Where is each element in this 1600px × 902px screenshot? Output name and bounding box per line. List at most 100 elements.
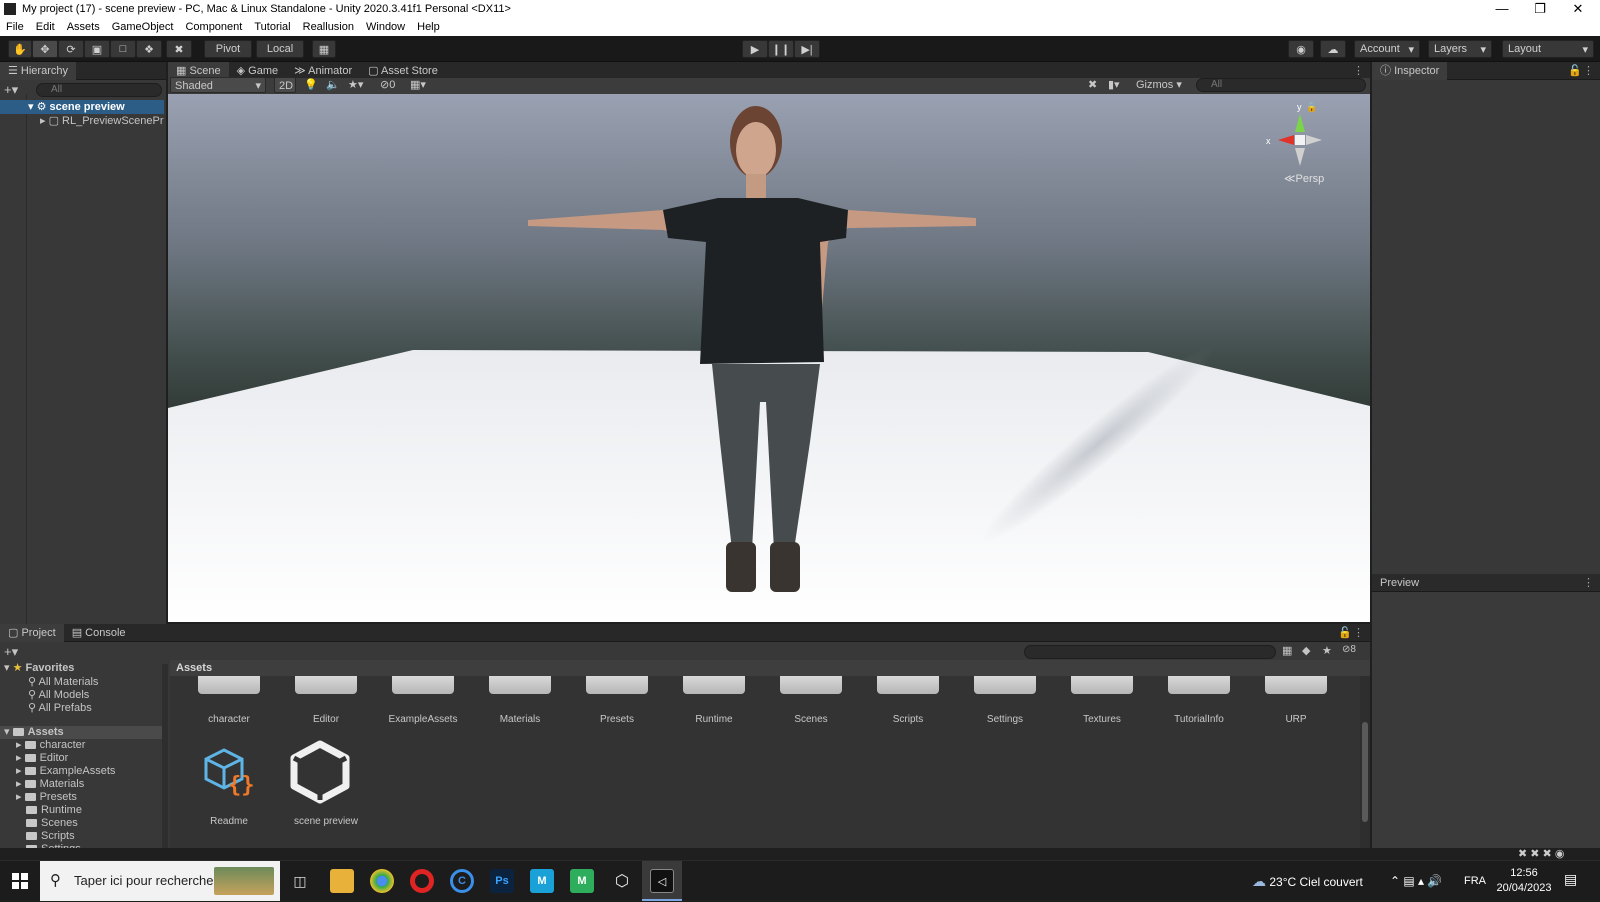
tray-icons[interactable]: ⌃ ▤ ▴ 🔊 <box>1390 861 1442 901</box>
favorites-section[interactable]: ▾ ★ Favorites <box>4 662 74 675</box>
tree-scrollbar[interactable] <box>162 664 168 850</box>
folder-icon[interactable] <box>1071 676 1133 694</box>
pause-button[interactable]: ❙❙ <box>768 40 794 58</box>
menu-reallusion[interactable]: Reallusion <box>297 21 360 33</box>
camera-icon[interactable]: ▮▾ <box>1108 77 1120 93</box>
gizmos-dropdown[interactable]: Gizmos ▾ <box>1136 77 1182 93</box>
tree-item-materials[interactable]: ▸ Materials <box>16 778 84 791</box>
clock[interactable]: 12:56 20/04/2023 <box>1494 866 1554 896</box>
unity-hub-icon[interactable]: ⬡ <box>610 869 634 893</box>
folder-icon[interactable] <box>877 676 939 694</box>
step-button[interactable]: ▶| <box>794 40 820 58</box>
filter-label-icon[interactable]: ◆ <box>1302 644 1310 657</box>
scene-search-input[interactable]: All <box>1196 78 1366 92</box>
notifications-icon[interactable]: ▤ <box>1564 871 1577 888</box>
ccleaner-icon[interactable]: C <box>450 869 474 893</box>
tab-inspector[interactable]: ⓘ Inspector <box>1372 61 1448 80</box>
favorite-all-models[interactable]: ⚲ All Models <box>28 689 89 702</box>
tab-project[interactable]: ▢ Project <box>0 623 64 642</box>
folder-icon[interactable] <box>392 676 454 694</box>
custom-tool-icon[interactable]: ✖ <box>166 40 192 58</box>
menu-tutorial[interactable]: Tutorial <box>248 21 296 33</box>
2d-toggle[interactable]: 2D <box>274 77 296 93</box>
tree-item-runtime[interactable]: Runtime <box>26 804 82 817</box>
local-toggle[interactable]: Local <box>256 40 304 58</box>
shading-mode-dropdown[interactable]: Shaded ▾ <box>170 77 266 93</box>
tab-asset-store[interactable]: ▢ Asset Store <box>360 62 446 80</box>
tree-item-editor[interactable]: ▸ Editor <box>16 752 68 765</box>
folder-icon[interactable] <box>489 676 551 694</box>
breadcrumb-assets[interactable]: Assets <box>176 662 212 674</box>
hierarchy-add-button[interactable]: +▾ <box>4 82 18 98</box>
tree-item-presets[interactable]: ▸ Presets <box>16 791 77 804</box>
menu-file[interactable]: File <box>0 21 30 33</box>
folder-icon[interactable] <box>295 676 357 694</box>
tools-icon[interactable]: ✖ <box>1088 77 1097 93</box>
photoshop-icon[interactable]: Ps <box>490 869 514 893</box>
transform-tool-icon[interactable]: ❖ <box>136 40 162 58</box>
app-m-icon[interactable]: M <box>530 869 554 893</box>
favorite-all-materials[interactable]: ⚲ All Materials <box>28 676 98 689</box>
effects-icon[interactable]: ★▾ <box>348 77 363 93</box>
pivot-toggle[interactable]: Pivot <box>204 40 252 58</box>
chrome-icon[interactable] <box>370 869 394 893</box>
grid-snap-icon[interactable]: ▦ <box>312 40 336 58</box>
scrollbar-thumb[interactable] <box>1362 722 1368 822</box>
more-icon[interactable]: ⋮ <box>1583 576 1594 589</box>
rotate-tool-icon[interactable]: ⟳ <box>58 40 84 58</box>
layout-dropdown[interactable]: Layout ▾ <box>1502 40 1594 58</box>
asset-grid-scrollbar[interactable] <box>1360 676 1370 852</box>
folder-icon[interactable] <box>1168 676 1230 694</box>
cloud-icon[interactable]: ☁ <box>1320 40 1346 58</box>
folder-icon[interactable] <box>198 676 260 694</box>
scene-viewport[interactable]: y x 🔒 ≪Persp <box>168 94 1370 622</box>
folder-icon[interactable] <box>586 676 648 694</box>
favorite-star-icon[interactable]: ★ <box>1322 644 1332 657</box>
collab-icon[interactable]: ◉ <box>1288 40 1314 58</box>
lock-icon[interactable]: 🔓 <box>1338 626 1352 639</box>
play-button[interactable]: ▶ <box>742 40 768 58</box>
tree-item-exampleassets[interactable]: ▸ ExampleAssets <box>16 765 115 778</box>
windows-start-icon[interactable] <box>8 869 32 893</box>
menu-gameobject[interactable]: GameObject <box>106 21 180 33</box>
hierarchy-search-input[interactable]: All <box>36 83 162 97</box>
folder-icon[interactable] <box>974 676 1036 694</box>
folder-icon[interactable] <box>780 676 842 694</box>
character-model[interactable] <box>528 102 988 612</box>
menu-assets[interactable]: Assets <box>61 21 106 33</box>
language-indicator[interactable]: FRA <box>1464 861 1486 901</box>
weather-widget[interactable]: ☁ 23°C Ciel couvert <box>1252 861 1363 901</box>
project-search-input[interactable] <box>1024 645 1276 659</box>
lighting-icon[interactable]: 💡 <box>304 77 318 93</box>
tab-console[interactable]: ▤ Console <box>64 624 134 642</box>
tab-hierarchy[interactable]: ☰ Hierarchy <box>0 61 76 80</box>
hierarchy-item-preview-scene[interactable]: ▸ ▢ RL_PreviewScenePre <box>0 114 164 128</box>
hidden-packages-toggle[interactable]: ⊘8 <box>1342 644 1356 655</box>
account-dropdown[interactable]: Account ▾ <box>1354 40 1420 58</box>
project-add-button[interactable]: +▾ <box>4 644 18 660</box>
opera-icon[interactable] <box>410 869 434 893</box>
close-icon[interactable]: ✕ <box>1560 0 1596 18</box>
audio-icon[interactable]: 🔈 <box>326 77 340 93</box>
rect-tool-icon[interactable]: □ <box>110 40 136 58</box>
folder-icon[interactable] <box>1265 676 1327 694</box>
restore-icon[interactable]: ❐ <box>1522 0 1558 18</box>
minimize-icon[interactable]: — <box>1484 0 1520 18</box>
unity-editor-taskbar-item[interactable]: ◁ <box>642 861 682 901</box>
hidden-objects-toggle[interactable]: ⊘0 <box>380 77 395 93</box>
app-m2-icon[interactable]: M <box>570 869 594 893</box>
readme-asset-icon[interactable]: {} <box>204 746 254 796</box>
menu-edit[interactable]: Edit <box>30 21 61 33</box>
tree-item-character[interactable]: ▸ character <box>16 739 85 752</box>
move-tool-icon[interactable]: ✥ <box>32 40 58 58</box>
layers-dropdown[interactable]: Layers ▾ <box>1428 40 1492 58</box>
menu-component[interactable]: Component <box>179 21 248 33</box>
favorite-all-prefabs[interactable]: ⚲ All Prefabs <box>28 702 92 715</box>
tree-item-scripts[interactable]: Scripts <box>26 830 75 843</box>
task-view-icon[interactable]: ◫ <box>288 869 312 893</box>
hierarchy-item-scene[interactable]: ▾ ⚙ scene preview <box>0 100 164 114</box>
unity-scene-asset-icon[interactable] <box>288 740 352 804</box>
hand-tool-icon[interactable]: ✋ <box>8 40 32 58</box>
scale-tool-icon[interactable]: ▣ <box>84 40 110 58</box>
more-icon[interactable]: ⋮ <box>1353 626 1364 639</box>
